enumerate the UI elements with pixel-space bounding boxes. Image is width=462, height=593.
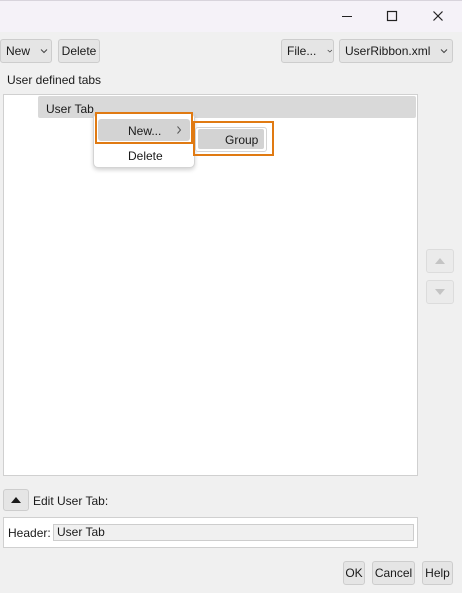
- chevron-down-icon: [441, 49, 448, 54]
- minimize-icon: [342, 16, 352, 17]
- help-button[interactable]: Help: [422, 561, 453, 585]
- delete-button-label: Delete: [61, 44, 97, 58]
- chevron-down-icon: [40, 49, 48, 54]
- file-button-label: File...: [287, 44, 317, 58]
- menu-item-delete[interactable]: Delete: [128, 149, 163, 163]
- arrow-up-icon: [435, 258, 445, 264]
- delete-button[interactable]: Delete: [58, 39, 100, 63]
- new-dropdown-button[interactable]: New: [0, 39, 52, 63]
- new-button-label: New: [6, 44, 31, 58]
- move-up-button[interactable]: [426, 249, 454, 273]
- ribbon-file-dropdown[interactable]: UserRibbon.xml: [339, 39, 453, 63]
- ok-button-label: OK: [345, 566, 363, 580]
- cancel-button-label: Cancel: [374, 566, 413, 580]
- edit-user-tab-title: Edit User Tab:: [33, 494, 109, 508]
- tree-item-label: User Tab: [46, 102, 94, 116]
- highlight-box-group: [193, 121, 274, 156]
- maximize-icon: [386, 10, 398, 22]
- ribbon-file-label: UserRibbon.xml: [345, 44, 431, 58]
- help-button-label: Help: [425, 566, 450, 580]
- move-down-button[interactable]: [426, 280, 454, 304]
- user-defined-tabs-label: User defined tabs: [7, 73, 102, 87]
- minimize-button[interactable]: [324, 0, 370, 32]
- collapse-edit-button[interactable]: [3, 489, 29, 511]
- close-icon: [433, 11, 443, 21]
- arrow-down-icon: [435, 289, 445, 295]
- collapse-up-icon: [11, 497, 21, 503]
- header-input[interactable]: User Tab: [53, 524, 414, 541]
- highlight-box-new: [95, 112, 193, 144]
- cancel-button[interactable]: Cancel: [372, 561, 415, 585]
- file-dropdown-button[interactable]: File...: [281, 39, 334, 63]
- ok-button[interactable]: OK: [343, 561, 365, 585]
- close-button[interactable]: [415, 0, 461, 32]
- maximize-button[interactable]: [369, 0, 415, 32]
- header-label: Header:: [8, 526, 51, 540]
- chevron-down-icon: [327, 49, 333, 53]
